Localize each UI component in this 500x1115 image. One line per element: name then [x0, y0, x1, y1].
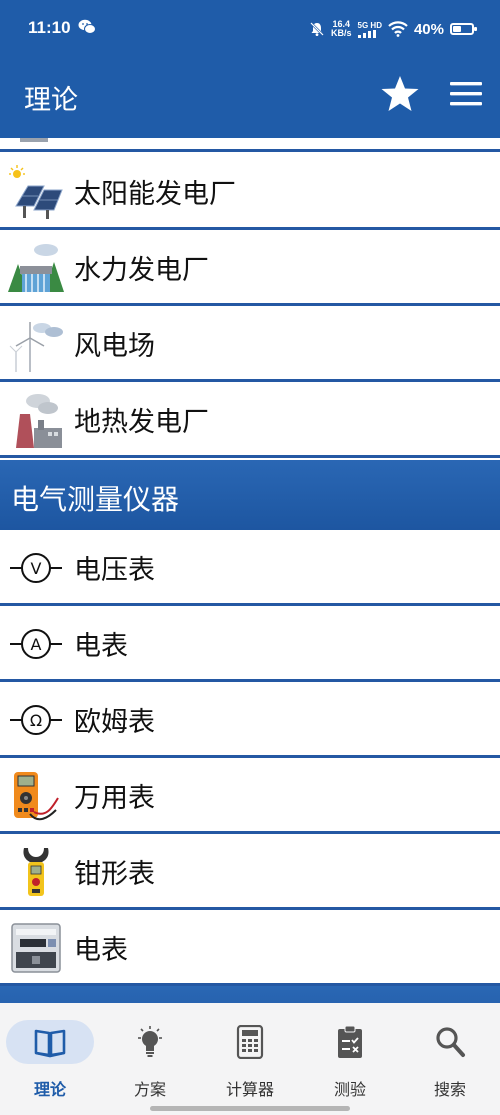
list-item-ammeter[interactable]: A 电表 [0, 606, 500, 682]
nav-tab-calculator[interactable]: 计算器 [200, 1003, 300, 1115]
status-bar: 11:10 16.4 KB/s 5G HD 40% [0, 0, 500, 60]
list-item-geothermal[interactable]: 地热发电厂 [0, 382, 500, 458]
wind-turbine-icon [9, 322, 63, 372]
nav-label: 方案 [133, 1080, 166, 1099]
ammeter-icon: A [10, 629, 62, 659]
list-item-label: 风电场 [74, 331, 155, 362]
section-header-measuring-instruments: 电气测量仪器 [0, 460, 500, 530]
page-title: 理论 [24, 85, 78, 116]
nav-tab-theory[interactable]: 理论 [0, 1003, 100, 1115]
list-item-multimeter[interactable]: 万用表 [0, 758, 500, 834]
section-title: 电气测量仪器 [11, 483, 180, 516]
ohmmeter-icon: Ω [10, 705, 62, 735]
list-item-ohmmeter[interactable]: Ω 欧姆表 [0, 682, 500, 758]
svg-text:Ω: Ω [30, 711, 42, 730]
calculator-icon [236, 1025, 264, 1059]
list-item-voltmeter[interactable]: V 电压表 [0, 530, 500, 606]
solar-panel-icon [9, 165, 63, 219]
list-item-wind[interactable]: 风电场 [0, 306, 500, 382]
electricity-meter-icon [11, 923, 61, 973]
list-item-hydro[interactable]: 水力发电厂 [0, 230, 500, 306]
list-item-label: 欧姆表 [74, 707, 155, 738]
section-header-partial [0, 986, 500, 1003]
book-icon [34, 1029, 66, 1058]
network-type: 5G HD [357, 20, 382, 30]
app-bar: 理论 [0, 60, 500, 138]
list-item-partial[interactable] [0, 138, 500, 152]
list-item-label: 钳形表 [74, 859, 155, 890]
list-item-label: 水力发电厂 [74, 255, 209, 286]
status-time: 11:10 [28, 18, 71, 37]
lightbulb-icon [138, 1026, 162, 1057]
clipboard-icon [338, 1025, 362, 1058]
list-item-label: 万用表 [74, 783, 155, 814]
multimeter-icon [14, 772, 59, 821]
nav-label: 搜索 [433, 1080, 466, 1099]
cell-signal: 5G HD [357, 20, 382, 38]
svg-text:V: V [31, 559, 42, 578]
nav-tab-schemes[interactable]: 方案 [100, 1003, 200, 1115]
hydro-dam-icon [8, 244, 64, 292]
voltmeter-icon: V [10, 553, 62, 583]
nav-label: 计算器 [225, 1080, 274, 1099]
star-icon[interactable] [380, 74, 420, 114]
nav-tab-search[interactable]: 搜索 [400, 1003, 500, 1115]
clamp-meter-icon [23, 848, 49, 896]
topic-list: 太阳能发电厂 水力发电厂 风电场 地热发电厂 电气测量仪器 V 电压表 A 电表… [0, 138, 500, 1003]
wechat-icon [78, 19, 96, 34]
battery-icon [450, 23, 477, 35]
nav-tab-quiz[interactable]: 测验 [300, 1003, 400, 1115]
nav-label: 测验 [333, 1080, 366, 1099]
mute-bell-icon [310, 22, 324, 36]
bottom-nav: 理论 方案 计算器 测验 搜索 [0, 1003, 500, 1115]
top-bar: 11:10 16.4 KB/s 5G HD 40% 理论 [0, 0, 500, 138]
list-item-label: 地热发电厂 [74, 407, 209, 438]
battery-percent: 40% [413, 20, 444, 38]
list-item-label: 太阳能发电厂 [74, 179, 236, 210]
list-item-electricity-meter[interactable]: 电表 [0, 910, 500, 986]
home-indicator[interactable] [150, 1106, 350, 1111]
signal-icon [357, 29, 376, 38]
search-icon [436, 1027, 465, 1057]
list-item-solar[interactable]: 太阳能发电厂 [0, 154, 500, 230]
nav-label: 理论 [33, 1080, 66, 1099]
menu-icon[interactable] [448, 78, 484, 110]
wifi-icon [388, 21, 408, 37]
plant-partial-icon [20, 138, 48, 142]
list-item-label: 电表 [74, 631, 128, 662]
speed-unit: KB/s [331, 28, 352, 38]
geothermal-plant-icon [16, 394, 62, 448]
list-item-label: 电表 [74, 935, 128, 966]
network-speed: 16.4 KB/s [331, 20, 352, 38]
screen: 11:10 16.4 KB/s 5G HD 40% 理论 太阳能发电厂 水力发电… [0, 0, 500, 1115]
list-item-label: 电压表 [74, 555, 155, 586]
status-right: 16.4 KB/s 5G HD 40% [309, 14, 477, 44]
list-item-clamp-meter[interactable]: 钳形表 [0, 834, 500, 910]
svg-text:A: A [31, 635, 42, 654]
